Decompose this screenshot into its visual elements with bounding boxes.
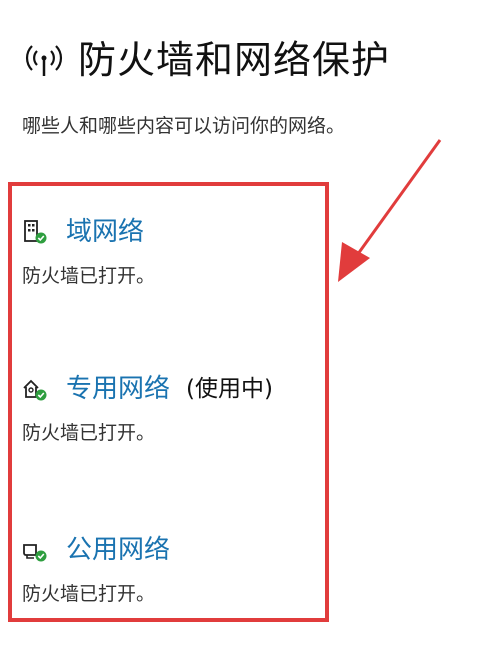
domain-network-status: 防火墙已打开。: [22, 265, 156, 287]
annotation-arrow-icon: [338, 139, 442, 282]
page-title: 防火墙和网络保护: [78, 38, 391, 82]
public-network-section: 公用网络 防火墙已打开。: [22, 530, 170, 606]
firewall-page: 防火墙和网络保护 哪些人和哪些内容可以访问你的网络。 域网络 防火墙已打开。 专…: [0, 0, 495, 655]
page-subtitle: 哪些人和哪些内容可以访问你的网络。: [22, 115, 346, 137]
domain-network-icon: [22, 219, 48, 245]
domain-network-section: 域网络 防火墙已打开。: [22, 212, 155, 288]
private-network-icon: [22, 376, 48, 402]
wifi-antenna-icon: [22, 38, 66, 82]
public-network-link[interactable]: 公用网络: [66, 534, 170, 566]
private-network-section: 专用网络 (使用中) 防火墙已打开。: [22, 369, 273, 445]
public-network-icon: [22, 537, 48, 563]
private-network-status: 防火墙已打开。: [22, 422, 156, 444]
page-header: 防火墙和网络保护: [22, 30, 390, 90]
private-network-link[interactable]: 专用网络: [66, 373, 170, 405]
domain-network-link[interactable]: 域网络: [66, 216, 144, 248]
in-use-label: (使用中): [186, 376, 273, 402]
public-network-status: 防火墙已打开。: [22, 583, 156, 605]
